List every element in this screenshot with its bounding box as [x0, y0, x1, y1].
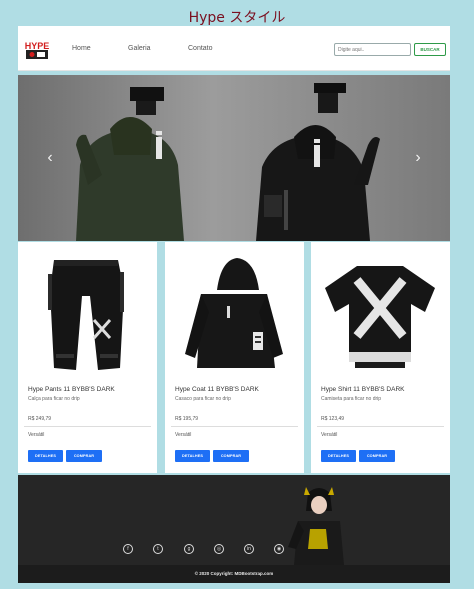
carousel-next-chevron-icon[interactable]: › [406, 143, 430, 173]
product-title: Hype Shirt 11 BYBB'S DARK [321, 386, 405, 393]
product-title: Hype Pants 11 BYBB'S DARK [28, 386, 115, 393]
github-icon[interactable]: ◉ [274, 544, 284, 554]
details-button[interactable]: DETALHES [175, 450, 210, 462]
google-icon[interactable]: g [184, 544, 194, 554]
product-image-pants [24, 250, 150, 380]
site-title: Hype スタイル [188, 10, 286, 26]
card-divider [317, 426, 444, 427]
product-title: Hype Coat 11 BYBB'S DARK [175, 386, 259, 393]
nav-galeria-link[interactable]: Galeria [128, 45, 151, 52]
navbar: HYPE Home Galeria Contato BUSCAR [18, 26, 450, 71]
product-description: Casaco para ficar no drip [175, 396, 231, 402]
buy-button[interactable]: COMPRAR [66, 450, 102, 462]
copyright-bar[interactable]: © 2020 Copyright: MDBootstrap.com [18, 565, 450, 583]
card-divider [24, 426, 151, 427]
search-input[interactable] [334, 43, 411, 56]
carousel-indicators [217, 231, 253, 233]
product-description: Calça para ficar no drip [28, 396, 80, 402]
nav-contato-link[interactable]: Contato [188, 45, 213, 52]
product-card-coat: Hype Coat 11 BYBB'S DARK Casaco para fic… [165, 242, 304, 473]
product-image-shirt [317, 250, 443, 380]
facebook-icon[interactable]: f [123, 544, 133, 554]
product-price: R$ 123,49 [321, 416, 345, 422]
buy-button[interactable]: COMPRAR [213, 450, 249, 462]
product-tag: Versátil [28, 432, 45, 438]
product-price: R$ 195,79 [175, 416, 199, 422]
card-divider [171, 426, 298, 427]
footer: f t g ◎ in ◉ © 2020 Copyright: MDBootstr… [18, 475, 450, 583]
details-button[interactable]: DETALHES [321, 450, 356, 462]
buy-button[interactable]: COMPRAR [359, 450, 395, 462]
details-button[interactable]: DETALHES [28, 450, 63, 462]
twitter-icon[interactable]: t [153, 544, 163, 554]
nav-home-link[interactable]: Home [72, 45, 91, 52]
linkedin-icon[interactable]: in [244, 544, 254, 554]
product-tag: Versátil [175, 432, 192, 438]
carousel-slide-image [18, 75, 450, 241]
product-tag: Versátil [321, 432, 338, 438]
footer-model-image [288, 487, 344, 565]
instagram-icon[interactable]: ◎ [214, 544, 224, 554]
product-image-coat [171, 250, 297, 380]
hype-logo[interactable]: HYPE [22, 39, 52, 61]
product-card-shirt: Hype Shirt 11 BYBB'S DARK Camiseta para … [311, 242, 450, 473]
svg-text:HYPE: HYPE [25, 41, 50, 51]
hero-carousel[interactable]: ‹ › [18, 75, 450, 241]
product-description: Camiseta para ficar no drip [321, 396, 382, 402]
search-button[interactable]: BUSCAR [414, 43, 446, 56]
carousel-prev-chevron-icon[interactable]: ‹ [38, 143, 62, 173]
product-price: R$ 249,79 [28, 416, 52, 422]
product-card-pants: Hype Pants 11 BYBB'S DARK Calça para fic… [18, 242, 157, 473]
